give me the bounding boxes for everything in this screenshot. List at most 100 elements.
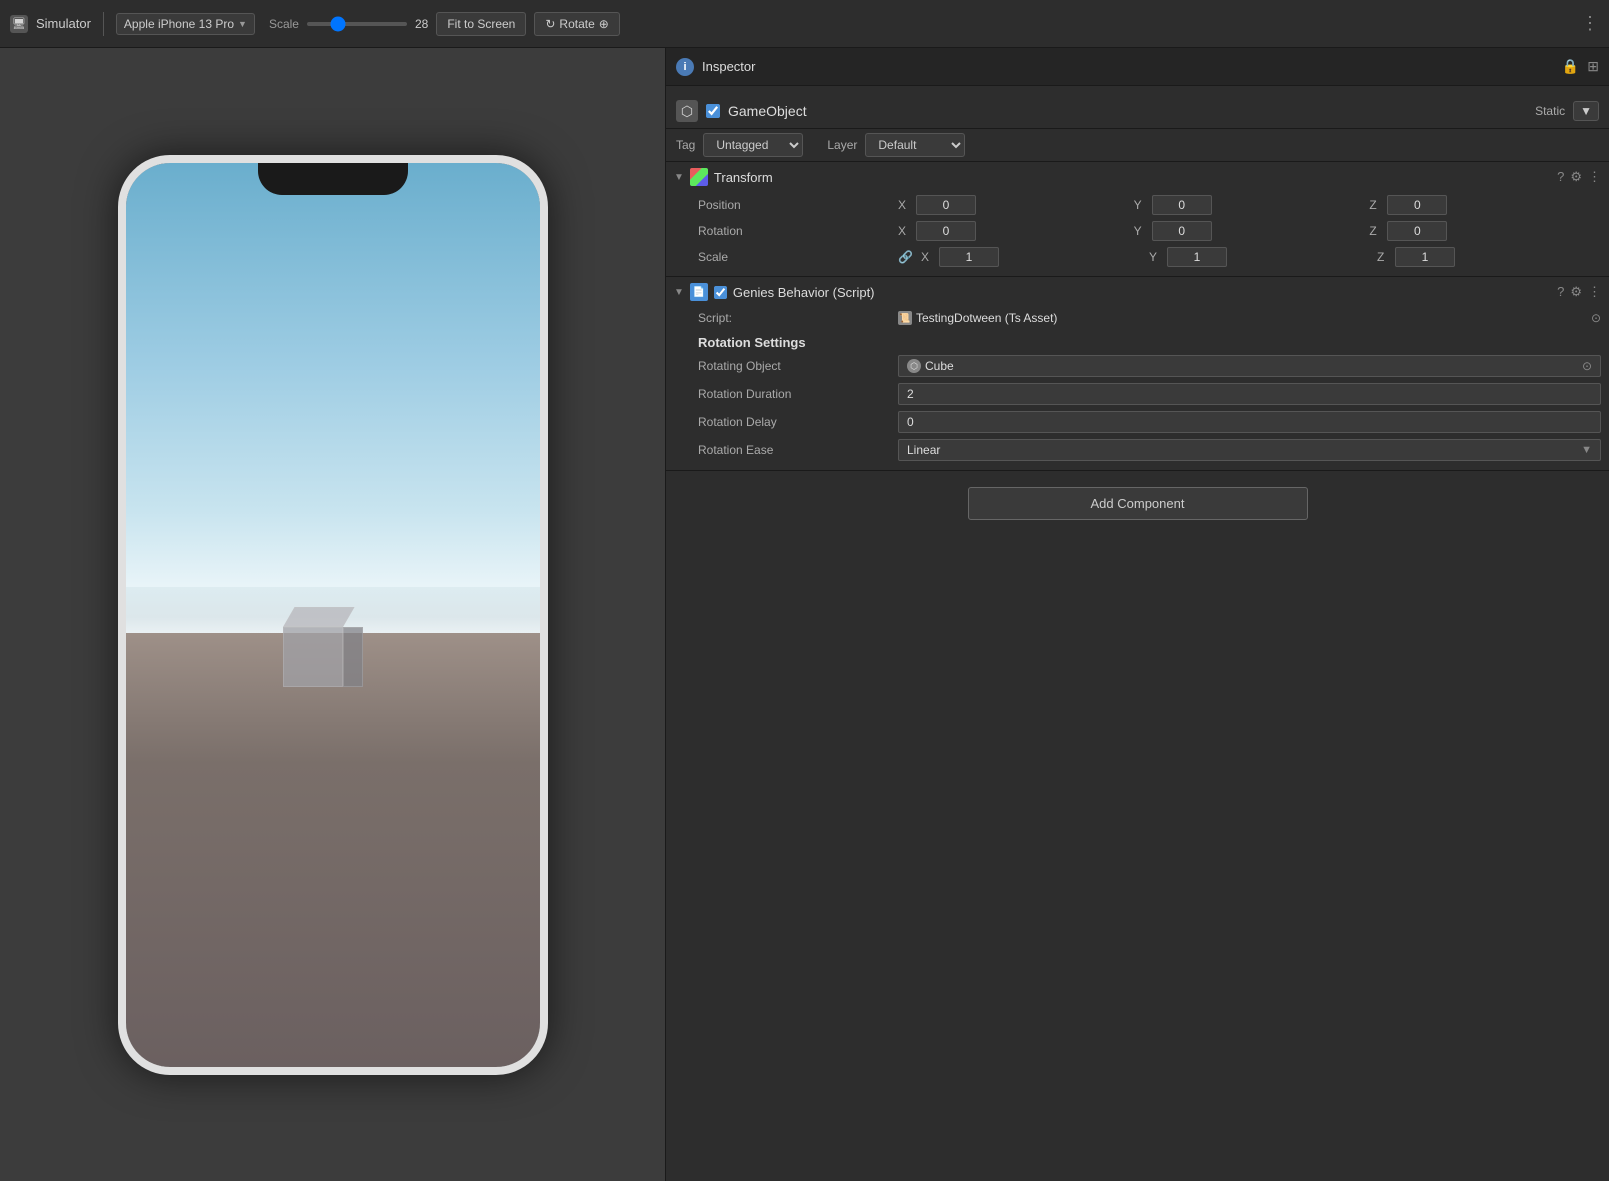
device-dropdown-arrow: ▼ — [238, 19, 247, 29]
device-label: Apple iPhone 13 Pro — [124, 17, 234, 31]
rotation-delay-input[interactable] — [898, 411, 1601, 433]
cube-front-face — [283, 627, 343, 687]
rotation-x-label: X — [898, 224, 912, 238]
transform-more-icon[interactable]: ⋮ — [1588, 169, 1601, 185]
script-settings-icon[interactable]: ⚙ — [1570, 284, 1582, 300]
rotating-object-value: ⬡ Cube ⊙ — [898, 355, 1601, 377]
gameobject-row: ⬡ GameObject Static ▼ — [666, 94, 1609, 129]
rotation-z-group: Z — [1369, 221, 1601, 241]
rotation-z-label: Z — [1369, 224, 1383, 238]
rotating-object-row: Rotating Object ⬡ Cube ⊙ — [698, 352, 1601, 380]
static-dropdown[interactable]: ▼ — [1573, 101, 1599, 121]
rotate-extra-icon: ⊕ — [599, 17, 609, 31]
transform-actions: ? ⚙ ⋮ — [1557, 169, 1601, 185]
scale-z-input[interactable] — [1395, 247, 1455, 267]
static-label: Static — [1535, 104, 1565, 118]
fit-to-screen-button[interactable]: Fit to Screen — [436, 12, 526, 36]
script-ref-label: Script: — [698, 311, 898, 325]
transform-help-icon[interactable]: ? — [1557, 169, 1564, 185]
more-options-icon[interactable]: ⋮ — [1581, 13, 1599, 34]
transform-collapse-arrow: ▼ — [674, 172, 684, 183]
cube-3d — [273, 607, 353, 687]
rotation-y-input[interactable] — [1152, 221, 1212, 241]
script-fields: Script: 📜 TestingDotween (Ts Asset) ⊙ Ro… — [666, 307, 1609, 470]
rotation-value: X Y Z — [898, 221, 1601, 241]
position-z-input[interactable] — [1387, 195, 1447, 215]
rotate-icon: ↻ — [545, 17, 555, 31]
inspector-icon: i — [676, 58, 694, 76]
inspector-actions: 🔒 ⊞ — [1562, 58, 1599, 75]
scale-slider[interactable] — [307, 22, 407, 26]
rotation-duration-row: Rotation Duration — [698, 380, 1601, 408]
inspector-body: ⬡ GameObject Static ▼ Tag Untagged Layer… — [666, 86, 1609, 1181]
rotation-z-input[interactable] — [1387, 221, 1447, 241]
gameobject-name[interactable]: GameObject — [728, 103, 807, 119]
scale-y-label: Y — [1149, 250, 1163, 264]
simulator-icon: 🖥 — [10, 15, 28, 33]
tag-label: Tag — [676, 138, 695, 152]
phone-notch — [258, 163, 408, 195]
script-ref-name: TestingDotween (Ts Asset) — [916, 311, 1057, 325]
rotation-ease-row: Rotation Ease Linear ▼ — [698, 436, 1601, 464]
script-ref-icon: 📜 — [898, 311, 912, 325]
inspector-title: Inspector — [702, 59, 755, 74]
phone-ground — [126, 633, 540, 1067]
lock-icon[interactable]: 🔒 — [1562, 58, 1579, 75]
rotation-duration-value — [898, 383, 1601, 405]
inspector-header: i Inspector 🔒 ⊞ — [666, 48, 1609, 86]
layer-select[interactable]: Default — [865, 133, 965, 157]
script-more-icon[interactable]: ⋮ — [1588, 284, 1601, 300]
rotating-object-label: Rotating Object — [698, 359, 898, 373]
scale-value: 28 — [415, 17, 428, 31]
rotating-object-name: Cube — [925, 359, 954, 373]
add-component-label: Add Component — [1091, 496, 1185, 511]
rotation-y-label: Y — [1134, 224, 1148, 238]
rotate-button[interactable]: ↻ Rotate ⊕ — [534, 12, 619, 36]
rotation-x-input[interactable] — [916, 221, 976, 241]
script-actions: ? ⚙ ⋮ — [1557, 284, 1601, 300]
scale-field-label: Scale — [698, 250, 898, 264]
divider-1 — [103, 12, 104, 36]
rotating-object-ref[interactable]: ⬡ Cube ⊙ — [898, 355, 1601, 377]
phone-frame — [118, 155, 548, 1075]
rotation-ease-select[interactable]: Linear ▼ — [898, 439, 1601, 461]
script-help-icon[interactable]: ? — [1557, 284, 1564, 300]
scale-label: Scale — [269, 17, 299, 31]
scale-y-input[interactable] — [1167, 247, 1227, 267]
transform-header[interactable]: ▼ Transform ? ⚙ ⋮ — [666, 162, 1609, 192]
simulator-title: Simulator — [36, 16, 91, 31]
tag-layer-row: Tag Untagged Layer Default — [666, 129, 1609, 162]
rotation-delay-row: Rotation Delay — [698, 408, 1601, 436]
scale-x-group: X — [921, 247, 1145, 267]
script-ref-row: Script: 📜 TestingDotween (Ts Asset) ⊙ — [698, 307, 1601, 329]
scale-x-label: X — [921, 250, 935, 264]
transform-fields: Position X Y Z — [666, 192, 1609, 276]
position-value: X Y Z — [898, 195, 1601, 215]
rotation-field-row: Rotation X Y Z — [698, 218, 1601, 244]
simulator-panel — [0, 48, 665, 1181]
tag-select[interactable]: Untagged — [703, 133, 803, 157]
scale-x-input[interactable] — [939, 247, 999, 267]
layer-label: Layer — [827, 138, 857, 152]
cube-right-face — [343, 627, 363, 687]
script-link-icon[interactable]: ⊙ — [1591, 311, 1601, 325]
rotating-object-link-icon[interactable]: ⊙ — [1582, 359, 1592, 373]
script-ref-value: 📜 TestingDotween (Ts Asset) ⊙ — [898, 311, 1601, 325]
scale-field-row: Scale 🔗 X Y Z — [698, 244, 1601, 270]
add-component-button[interactable]: Add Component — [968, 487, 1308, 520]
gameobject-active-checkbox[interactable] — [706, 104, 720, 118]
device-dropdown[interactable]: Apple iPhone 13 Pro ▼ — [116, 13, 255, 35]
rotate-label: Rotate — [559, 17, 594, 31]
script-active-checkbox[interactable] — [714, 286, 727, 299]
rotation-duration-input[interactable] — [898, 383, 1601, 405]
scale-y-group: Y — [1149, 247, 1373, 267]
position-x-input[interactable] — [916, 195, 976, 215]
position-y-label: Y — [1134, 198, 1148, 212]
script-header[interactable]: ▼ 📄 Genies Behavior (Script) ? ⚙ ⋮ — [666, 277, 1609, 307]
layout-icon[interactable]: ⊞ — [1587, 58, 1599, 75]
rotation-delay-label: Rotation Delay — [698, 415, 898, 429]
position-y-input[interactable] — [1152, 195, 1212, 215]
rotation-delay-value — [898, 411, 1601, 433]
transform-settings-icon[interactable]: ⚙ — [1570, 169, 1582, 185]
scale-lock-icon[interactable]: 🔗 — [898, 250, 913, 264]
